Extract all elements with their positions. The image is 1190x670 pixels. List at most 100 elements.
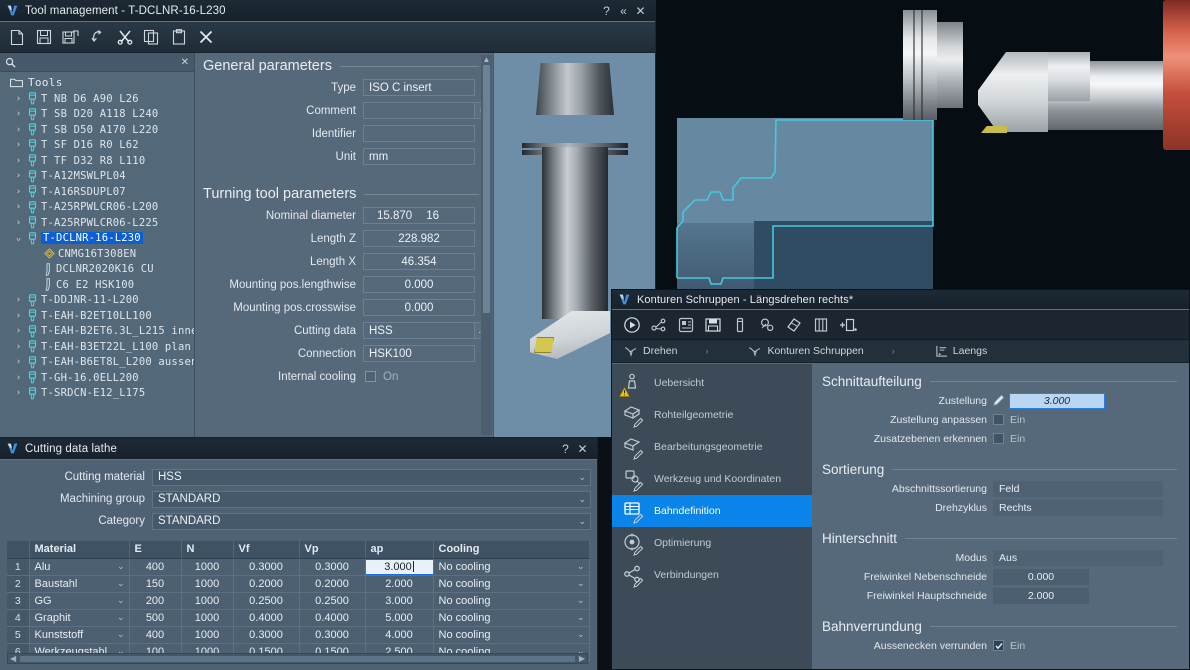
parameter-checkbox-group[interactable]: On [363, 371, 398, 383]
konturen-breadcrumb[interactable]: Drehen›Konturen Schruppen›Laengs [612, 340, 1189, 363]
chevron-right-icon[interactable]: › [13, 373, 24, 383]
chevron-down-icon[interactable]: ⌄ [577, 561, 585, 572]
nc-icon[interactable] [674, 313, 698, 337]
cell-vf[interactable]: 0.4000 [233, 609, 299, 626]
chevron-down-icon[interactable]: ⌄ [13, 233, 24, 243]
chevron-right-icon[interactable]: › [13, 109, 24, 119]
refresh-icon[interactable] [85, 25, 110, 50]
tree-root-node[interactable]: Tools [0, 75, 194, 91]
nav-item-bearbeitungsgeometrie[interactable]: Bearbeitungsgeometrie [612, 431, 812, 463]
chevron-down-icon[interactable]: ⌄ [577, 612, 585, 623]
cell-vf[interactable]: 0.3000 [233, 558, 299, 575]
table-column-header[interactable]: Cooling [433, 541, 589, 558]
parameter-value[interactable]: 2.000 [993, 588, 1089, 604]
parameter-value-field[interactable]: 0.000 [363, 299, 475, 316]
parameter-input[interactable]: 3.000 [1009, 393, 1105, 409]
nav-item-werkzeug-und-koordinaten[interactable]: Werkzeug und Koordinaten [612, 463, 812, 495]
parameter-value-field[interactable]: 0.000 [363, 276, 475, 293]
select-field[interactable]: STANDARD⌄ [152, 513, 591, 530]
tree-item[interactable]: ⌄T-DCLNR-16-L230 [0, 231, 194, 247]
cell-ap[interactable]: 5.000 [365, 609, 433, 626]
table-column-header[interactable]: N [181, 541, 233, 558]
chevron-down-icon[interactable]: ⌄ [578, 516, 586, 527]
tree-item[interactable]: ›T-EAH-B6ET8L_L200 aussen [0, 355, 194, 371]
chevron-right-icon[interactable]: › [13, 388, 24, 398]
viewport-3d[interactable] [655, 0, 1190, 292]
chevron-right-icon[interactable]: › [13, 311, 24, 321]
chevron-down-icon[interactable]: ⌄ [577, 595, 585, 606]
simulate-icon[interactable] [647, 313, 671, 337]
row-index[interactable]: 2 [7, 575, 29, 592]
cell-n[interactable]: 1000 [181, 558, 233, 575]
parameter-value[interactable]: Aus [993, 550, 1163, 566]
tree-item[interactable]: C6 E2 HSK100 [0, 277, 194, 293]
tree-item[interactable]: ›T-A25RPWLCR06-L200 [0, 200, 194, 216]
table-column-header[interactable]: ap [365, 541, 433, 558]
checkbox[interactable] [993, 433, 1004, 444]
tree-item[interactable]: ›T SF D16 R0 L62 [0, 138, 194, 154]
search-clear-icon[interactable]: ✕ [181, 57, 189, 68]
tree-item[interactable]: ›T-EAH-B2ET10LL100 [0, 308, 194, 324]
plane-icon[interactable] [782, 313, 806, 337]
chevron-right-icon[interactable]: › [13, 125, 24, 135]
table-row[interactable]: 2Baustahl⌄15010000.20000.20002.000No coo… [7, 575, 589, 592]
cell-vp[interactable]: 0.3000 [299, 626, 365, 643]
chevron-down-icon[interactable]: ⌄ [117, 629, 125, 640]
checkbox[interactable] [993, 640, 1004, 651]
hscroll-track[interactable] [20, 656, 575, 662]
chevron-right-icon[interactable]: › [13, 342, 24, 352]
table-row[interactable]: 5Kunststoff⌄40010000.30000.30004.000No c… [7, 626, 589, 643]
checkbox[interactable] [365, 371, 376, 382]
table-body[interactable]: 1Alu⌄40010000.30000.30003.000No cooling⌄… [7, 558, 589, 660]
cell-cooling[interactable]: No cooling⌄ [433, 558, 589, 575]
tree-item[interactable]: ›T NB D6 A90 L26 [0, 91, 194, 107]
parameter-value[interactable]: Feld [993, 481, 1163, 497]
tree-item[interactable]: ›T-DDJNR-11-L200 [0, 293, 194, 309]
cell-editor[interactable]: 3.000 [366, 560, 433, 574]
nav-item-bahndefinition[interactable]: Bahndefinition [612, 495, 812, 527]
cell-e[interactable]: 400 [129, 626, 181, 643]
cell-material[interactable]: Baustahl⌄ [29, 575, 129, 592]
tool-tree[interactable]: Tools ›T NB D6 A90 L26›T SB D20 A118 L24… [0, 72, 194, 437]
select-field[interactable]: HSS⌄ [152, 469, 591, 486]
parameter-value[interactable]: 0.000 [993, 569, 1089, 585]
save-icon[interactable] [31, 25, 56, 50]
cell-material[interactable]: GG⌄ [29, 592, 129, 609]
table-column-header[interactable]: Vf [233, 541, 299, 558]
cell-cooling[interactable]: No cooling⌄ [433, 609, 589, 626]
table-row[interactable]: 3GG⌄20010000.25000.25003.000No cooling⌄ [7, 592, 589, 609]
collapse-button[interactable]: « [615, 2, 632, 20]
tree-item[interactable]: ›T-A16RSDUPL07 [0, 184, 194, 200]
cell-cooling[interactable]: No cooling⌄ [433, 592, 589, 609]
parameter-value-field[interactable]: HSS [363, 322, 475, 339]
chevron-down-icon[interactable]: ⌄ [578, 494, 586, 505]
cell-n[interactable]: 1000 [181, 592, 233, 609]
add-step-icon[interactable] [836, 313, 860, 337]
nav-item-verbindungen[interactable]: Verbindungen [612, 559, 812, 591]
row-index[interactable]: 4 [7, 609, 29, 626]
table-column-header[interactable]: E [129, 541, 181, 558]
cell-cooling[interactable]: No cooling⌄ [433, 626, 589, 643]
chevron-down-icon[interactable]: ⌄ [577, 578, 585, 589]
chevron-right-icon[interactable]: › [13, 295, 24, 305]
cell-ap[interactable]: 3.000 [365, 592, 433, 609]
parameter-value[interactable]: Rechts [993, 500, 1163, 516]
row-index[interactable]: 5 [7, 626, 29, 643]
cell-ap[interactable]: 3.000 [365, 558, 433, 575]
tree-item[interactable]: CNMG16T308EN [0, 246, 194, 262]
parameter-value-field[interactable]: 46.354 [363, 253, 475, 270]
chevron-right-icon[interactable]: › [13, 202, 24, 212]
tree-item[interactable]: ›T-EAH-B3ET22L_L100 plan [0, 339, 194, 355]
table-column-header[interactable] [7, 541, 29, 558]
chevron-right-icon[interactable]: › [13, 187, 24, 197]
chevron-down-icon[interactable]: ⌄ [578, 472, 586, 483]
chevron-right-icon[interactable]: › [13, 140, 24, 150]
table-row[interactable]: 1Alu⌄40010000.30000.30003.000No cooling⌄ [7, 558, 589, 575]
tree-item[interactable]: ›T-A12MSWLPL04 [0, 169, 194, 185]
chevron-right-icon[interactable]: › [13, 326, 24, 336]
cell-vf[interactable]: 0.2000 [233, 575, 299, 592]
parameter-value-field[interactable] [363, 125, 475, 142]
nav-item-uebersicht[interactable]: Uebersicht [612, 367, 812, 399]
tree-item[interactable]: ›T-SRDCN-E12_L175 [0, 386, 194, 402]
parameter-value-field[interactable] [363, 102, 475, 119]
